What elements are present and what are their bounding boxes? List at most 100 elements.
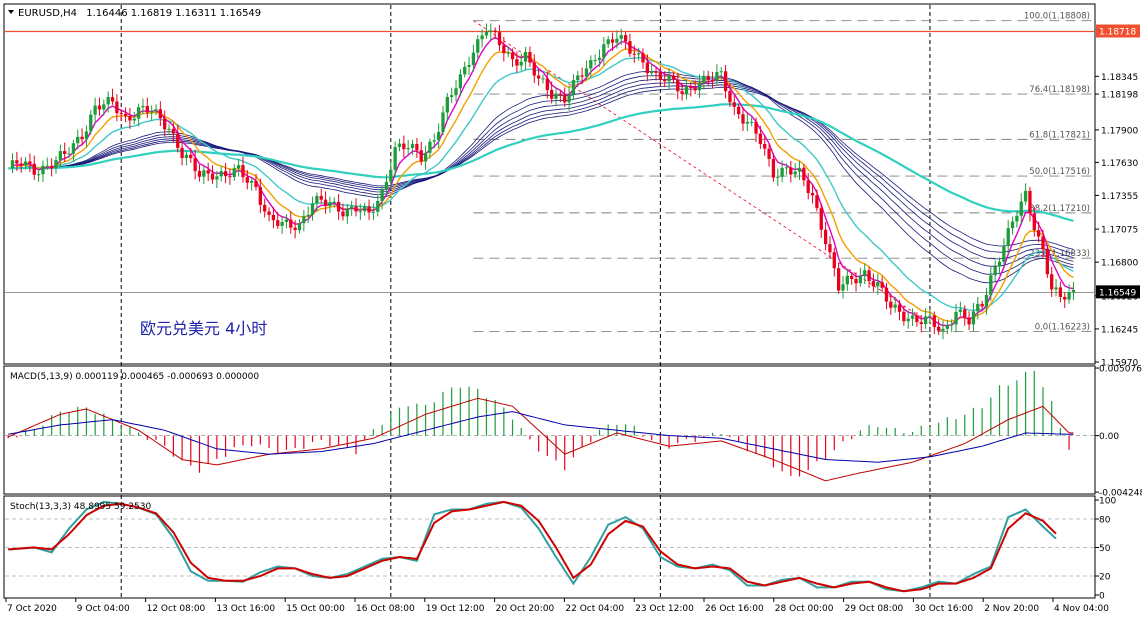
candle-body [189,154,193,159]
candle-body [110,97,115,102]
price-tick-label: 1.16800 [1101,259,1138,269]
candle-body [258,187,263,205]
candle-body [880,282,884,288]
candle-body [454,88,458,96]
candle-body [89,114,93,132]
candle-body [793,171,797,175]
candle-body [676,79,680,92]
candle-body [732,102,736,107]
macd-panel[interactable] [3,365,1096,495]
fib-level-label: 76.4(1.18198) [1029,85,1090,95]
candle-body [250,180,254,183]
candle-body [193,158,197,171]
candle-body [1067,292,1071,300]
candle-body [976,303,980,312]
candle-body [919,322,923,325]
candle-body [671,75,676,80]
candle-body [276,220,280,226]
time-tick-label: 20 Oct 20:00 [496,604,555,614]
stoch-tick-label: 20 [1099,573,1111,583]
candle-body [450,95,454,98]
candle-body [984,294,989,307]
candle-body [893,304,897,308]
candle-body [376,200,380,212]
candle-body [180,147,184,159]
candle-body [963,309,967,318]
candle-body [632,53,636,55]
candle-body [423,152,428,162]
macd-tick-label: 0.00 [1099,432,1119,442]
candle-body [1036,230,1041,237]
candle-body [1032,213,1036,231]
candle-body [1041,236,1045,250]
candle-body [523,52,528,62]
candle-body [467,65,471,67]
candle-body [1054,287,1058,290]
time-axis[interactable]: 7 Oct 2020 9 Oct 04:00 12 Oct 08:00 13 Oct … [5,598,1109,614]
candle-body [810,192,815,196]
candle-body [558,94,563,96]
candle-body [1002,246,1006,262]
candle-body [606,39,610,45]
candle-body [906,318,910,322]
candle-body [1063,296,1067,300]
candle-body [1028,190,1032,214]
candle-body [602,44,606,58]
candle-body [132,118,136,121]
candle-body [580,75,584,77]
fib-level-label: 23.6(1.16833) [1029,249,1090,259]
candle-body [167,128,171,130]
candle-body [476,39,480,53]
candle-body [315,195,319,204]
trading-chart[interactable]: 100.0(1.18808) 76.4(1.18198) 61.8(1.17821)… [0,0,1142,622]
candle-body [176,133,180,148]
candle-body [636,53,641,55]
time-tick-label: 13 Oct 16:00 [216,604,275,614]
candle-body [23,161,28,166]
candle-body [419,150,423,162]
candle-body [228,176,232,178]
candle-body [441,112,445,132]
price-tick-label: 1.17355 [1101,192,1138,202]
candle-body [641,53,645,63]
candle-body [380,189,384,201]
candle-body [393,146,397,170]
candle-body [119,113,123,115]
candle-body [989,275,993,295]
candle-body [245,177,249,183]
candle-body [828,244,832,253]
chart-window[interactable]: 100.0(1.18808) 76.4(1.18198) 61.8(1.17821)… [0,0,1142,622]
candle-body [80,136,84,140]
candle-body [967,317,971,325]
candle-body [736,106,741,115]
candle-body [750,121,754,123]
candle-body [10,160,15,169]
candle-body [128,116,132,121]
candle-body [889,301,893,308]
price-tick-label: 1.17900 [1101,126,1138,136]
candle-body [345,208,349,217]
candle-body [1019,201,1023,216]
candle-body [415,143,419,151]
stoch-label: Stoch(13,3,3) 48.8995 59.2530 [10,502,151,512]
time-tick-label: 7 Oct 2020 [7,604,57,614]
candle-body [980,303,984,307]
candle-body [502,45,506,54]
candle-body [354,206,358,212]
price-panel[interactable] [3,3,1096,365]
candle-body [58,151,63,161]
candle-body [219,171,223,177]
time-tick-label: 2 Nov 20:00 [984,604,1039,614]
price-axis[interactable]: 1.18345 1.18198 1.17900 1.17630 1.17355 1.170… [1095,24,1140,369]
candle-body [1015,215,1019,222]
time-tick-label: 16 Oct 08:00 [356,604,415,614]
candle-body [745,121,749,124]
candle-body [532,62,536,76]
candle-body [241,165,245,178]
candle-body [332,201,336,203]
candle-body [936,326,941,331]
candle-body [710,80,715,82]
candle-body [163,118,167,130]
candle-body [819,208,823,230]
candle-body [767,148,771,159]
